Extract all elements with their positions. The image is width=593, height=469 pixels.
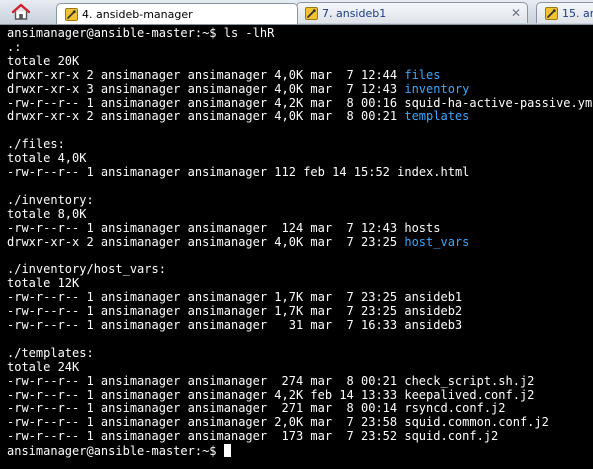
tab-session-4[interactable]: 4. ansideb-manager [56, 3, 298, 24]
terminal-line: ./inventory/host_vars: [7, 263, 593, 277]
file-name: squid.conf.j2 [404, 430, 499, 444]
terminal-text: ./files: [7, 138, 65, 152]
terminal-line: -rw-r--r-- 1 ansimanager ansimanager 173… [7, 430, 593, 444]
terminal-line: -rw-r--r-- 1 ansimanager ansimanager 31 … [7, 319, 593, 333]
directory-name: files [404, 68, 441, 82]
shell-prompt: ansimanager@ansible-master:~$ [7, 444, 224, 459]
file-name: squid-ha-active-passive.yml [404, 96, 593, 110]
terminal-text: totale 4,0K [7, 152, 87, 166]
close-icon[interactable]: ✕ [511, 6, 521, 20]
terminal-line: totale 20K [7, 55, 593, 69]
file-name: index.html [397, 166, 470, 180]
terminal-line: totale 12K [7, 277, 593, 291]
terminal-line: ansimanager@ansible-master:~$ ls -lhR [7, 27, 593, 41]
terminal-line: -rw-r--r-- 1 ansimanager ansimanager 112… [7, 166, 593, 180]
terminal-line: -rw-r--r-- 1 ansimanager ansimanager 274… [7, 375, 593, 389]
terminal-line: drwxr-xr-x 2 ansimanager ansimanager 4,0… [7, 236, 593, 250]
file-listing-meta: -rw-r--r-- 1 ansimanager ansimanager 112… [7, 166, 398, 180]
directory-name: host_vars [404, 235, 470, 249]
file-name: hosts [404, 221, 441, 235]
terminal-text: ./inventory/host_vars: [7, 263, 166, 277]
terminal-line: -rw-r--r-- 1 ansimanager ansimanager 271… [7, 402, 593, 416]
file-listing-meta: -rw-r--r-- 1 ansimanager ansimanager 4,2… [7, 96, 405, 110]
terminal-line: drwxr-xr-x 3 ansimanager ansimanager 4,0… [7, 83, 593, 97]
terminal-text: totale 12K [7, 277, 80, 291]
file-listing-meta: -rw-r--r-- 1 ansimanager ansimanager 31 … [7, 319, 405, 333]
file-listing-meta: -rw-r--r-- 1 ansimanager ansimanager 1,7… [7, 305, 405, 319]
terminal-text: .: [7, 40, 22, 54]
terminal-text: totale 24K [7, 360, 80, 374]
file-name: keepalived.conf.j2 [404, 388, 535, 402]
terminal-text: totale 8,0K [7, 207, 87, 221]
file-name: squid.common.conf.j2 [404, 416, 549, 430]
terminal-session-icon [305, 6, 318, 20]
directory-name: templates [404, 110, 470, 124]
terminal-line: .: [7, 41, 593, 55]
file-listing-meta: -rw-r--r-- 1 ansimanager ansimanager 271… [7, 402, 405, 416]
terminal-line: -rw-r--r-- 1 ansimanager ansimanager 4,2… [7, 97, 593, 111]
terminal-line: -rw-r--r-- 1 ansimanager ansimanager 1,7… [7, 291, 593, 305]
terminal-line: -rw-r--r-- 1 ansimanager ansimanager 124… [7, 222, 593, 236]
prompt-line[interactable]: ansimanager@ansible-master:~$ [7, 444, 593, 458]
file-name: rsyncd.conf.j2 [404, 402, 506, 416]
tab-label: 4. ansideb-manager [82, 8, 193, 21]
terminal-text: ./templates: [7, 346, 94, 360]
home-icon [11, 3, 31, 20]
file-listing-meta: -rw-r--r-- 1 ansimanager ansimanager 2,0… [7, 416, 405, 430]
terminal-line: -rw-r--r-- 1 ansimanager ansimanager 1,7… [7, 305, 593, 319]
terminal-output[interactable]: ansimanager@ansible-master:~$ ls -lhR.: t… [0, 25, 593, 469]
file-name: ansideb1 [404, 291, 463, 305]
file-listing-meta: drwxr-xr-x 3 ansimanager ansimanager 4,0… [7, 82, 405, 96]
terminal-line: totale 24K [7, 361, 593, 375]
file-listing-meta: drwxr-xr-x 2 ansimanager ansimanager 4,0… [7, 235, 405, 249]
terminal-text: totale 20K [7, 54, 80, 68]
file-name: ansideb3 [404, 319, 463, 333]
terminal-session-icon [545, 6, 558, 20]
file-listing-meta: drwxr-xr-x 2 ansimanager ansimanager 4,0… [7, 110, 405, 124]
file-name: check_script.sh.j2 [404, 374, 535, 388]
terminal-line: -rw-r--r-- 1 ansimanager ansimanager 2,0… [7, 416, 593, 430]
tab-session-15[interactable]: 15. an [536, 2, 593, 23]
tab-label: 15. an [562, 6, 593, 20]
terminal-line: ./templates: [7, 347, 593, 361]
file-listing-meta: -rw-r--r-- 1 ansimanager ansimanager 173… [7, 430, 405, 444]
tab-label: 7. ansideb1 [322, 6, 387, 20]
terminal-session-icon [65, 8, 78, 21]
file-listing-meta: drwxr-xr-x 2 ansimanager ansimanager 4,0… [7, 68, 405, 82]
file-name: ansideb2 [404, 305, 463, 319]
terminal-line: totale 4,0K [7, 152, 593, 166]
tab-bar: 4. ansideb-manager 7. ansideb1 ✕ 15. an [0, 0, 593, 25]
terminal-text: ./inventory: [7, 193, 94, 207]
file-listing-meta: -rw-r--r-- 1 ansimanager ansimanager 1,7… [7, 291, 405, 305]
file-listing-meta: -rw-r--r-- 1 ansimanager ansimanager 4,2… [7, 388, 405, 402]
terminal-line: ./files: [7, 138, 593, 152]
terminal-line: drwxr-xr-x 2 ansimanager ansimanager 4,0… [7, 110, 593, 124]
home-button[interactable] [0, 0, 42, 24]
terminal-line: ./inventory: [7, 194, 593, 208]
text-cursor [223, 444, 231, 458]
file-listing-meta: -rw-r--r-- 1 ansimanager ansimanager 274… [7, 374, 405, 388]
tab-session-7[interactable]: 7. ansideb1 ✕ [296, 2, 528, 23]
terminal-text: ansimanager@ansible-master:~$ ls -lhR [7, 27, 275, 40]
terminal-line: drwxr-xr-x 2 ansimanager ansimanager 4,0… [7, 69, 593, 83]
directory-name: inventory [404, 82, 470, 96]
file-listing-meta: -rw-r--r-- 1 ansimanager ansimanager 124… [7, 221, 405, 235]
terminal-line: totale 8,0K [7, 208, 593, 222]
terminal-line: -rw-r--r-- 1 ansimanager ansimanager 4,2… [7, 389, 593, 403]
